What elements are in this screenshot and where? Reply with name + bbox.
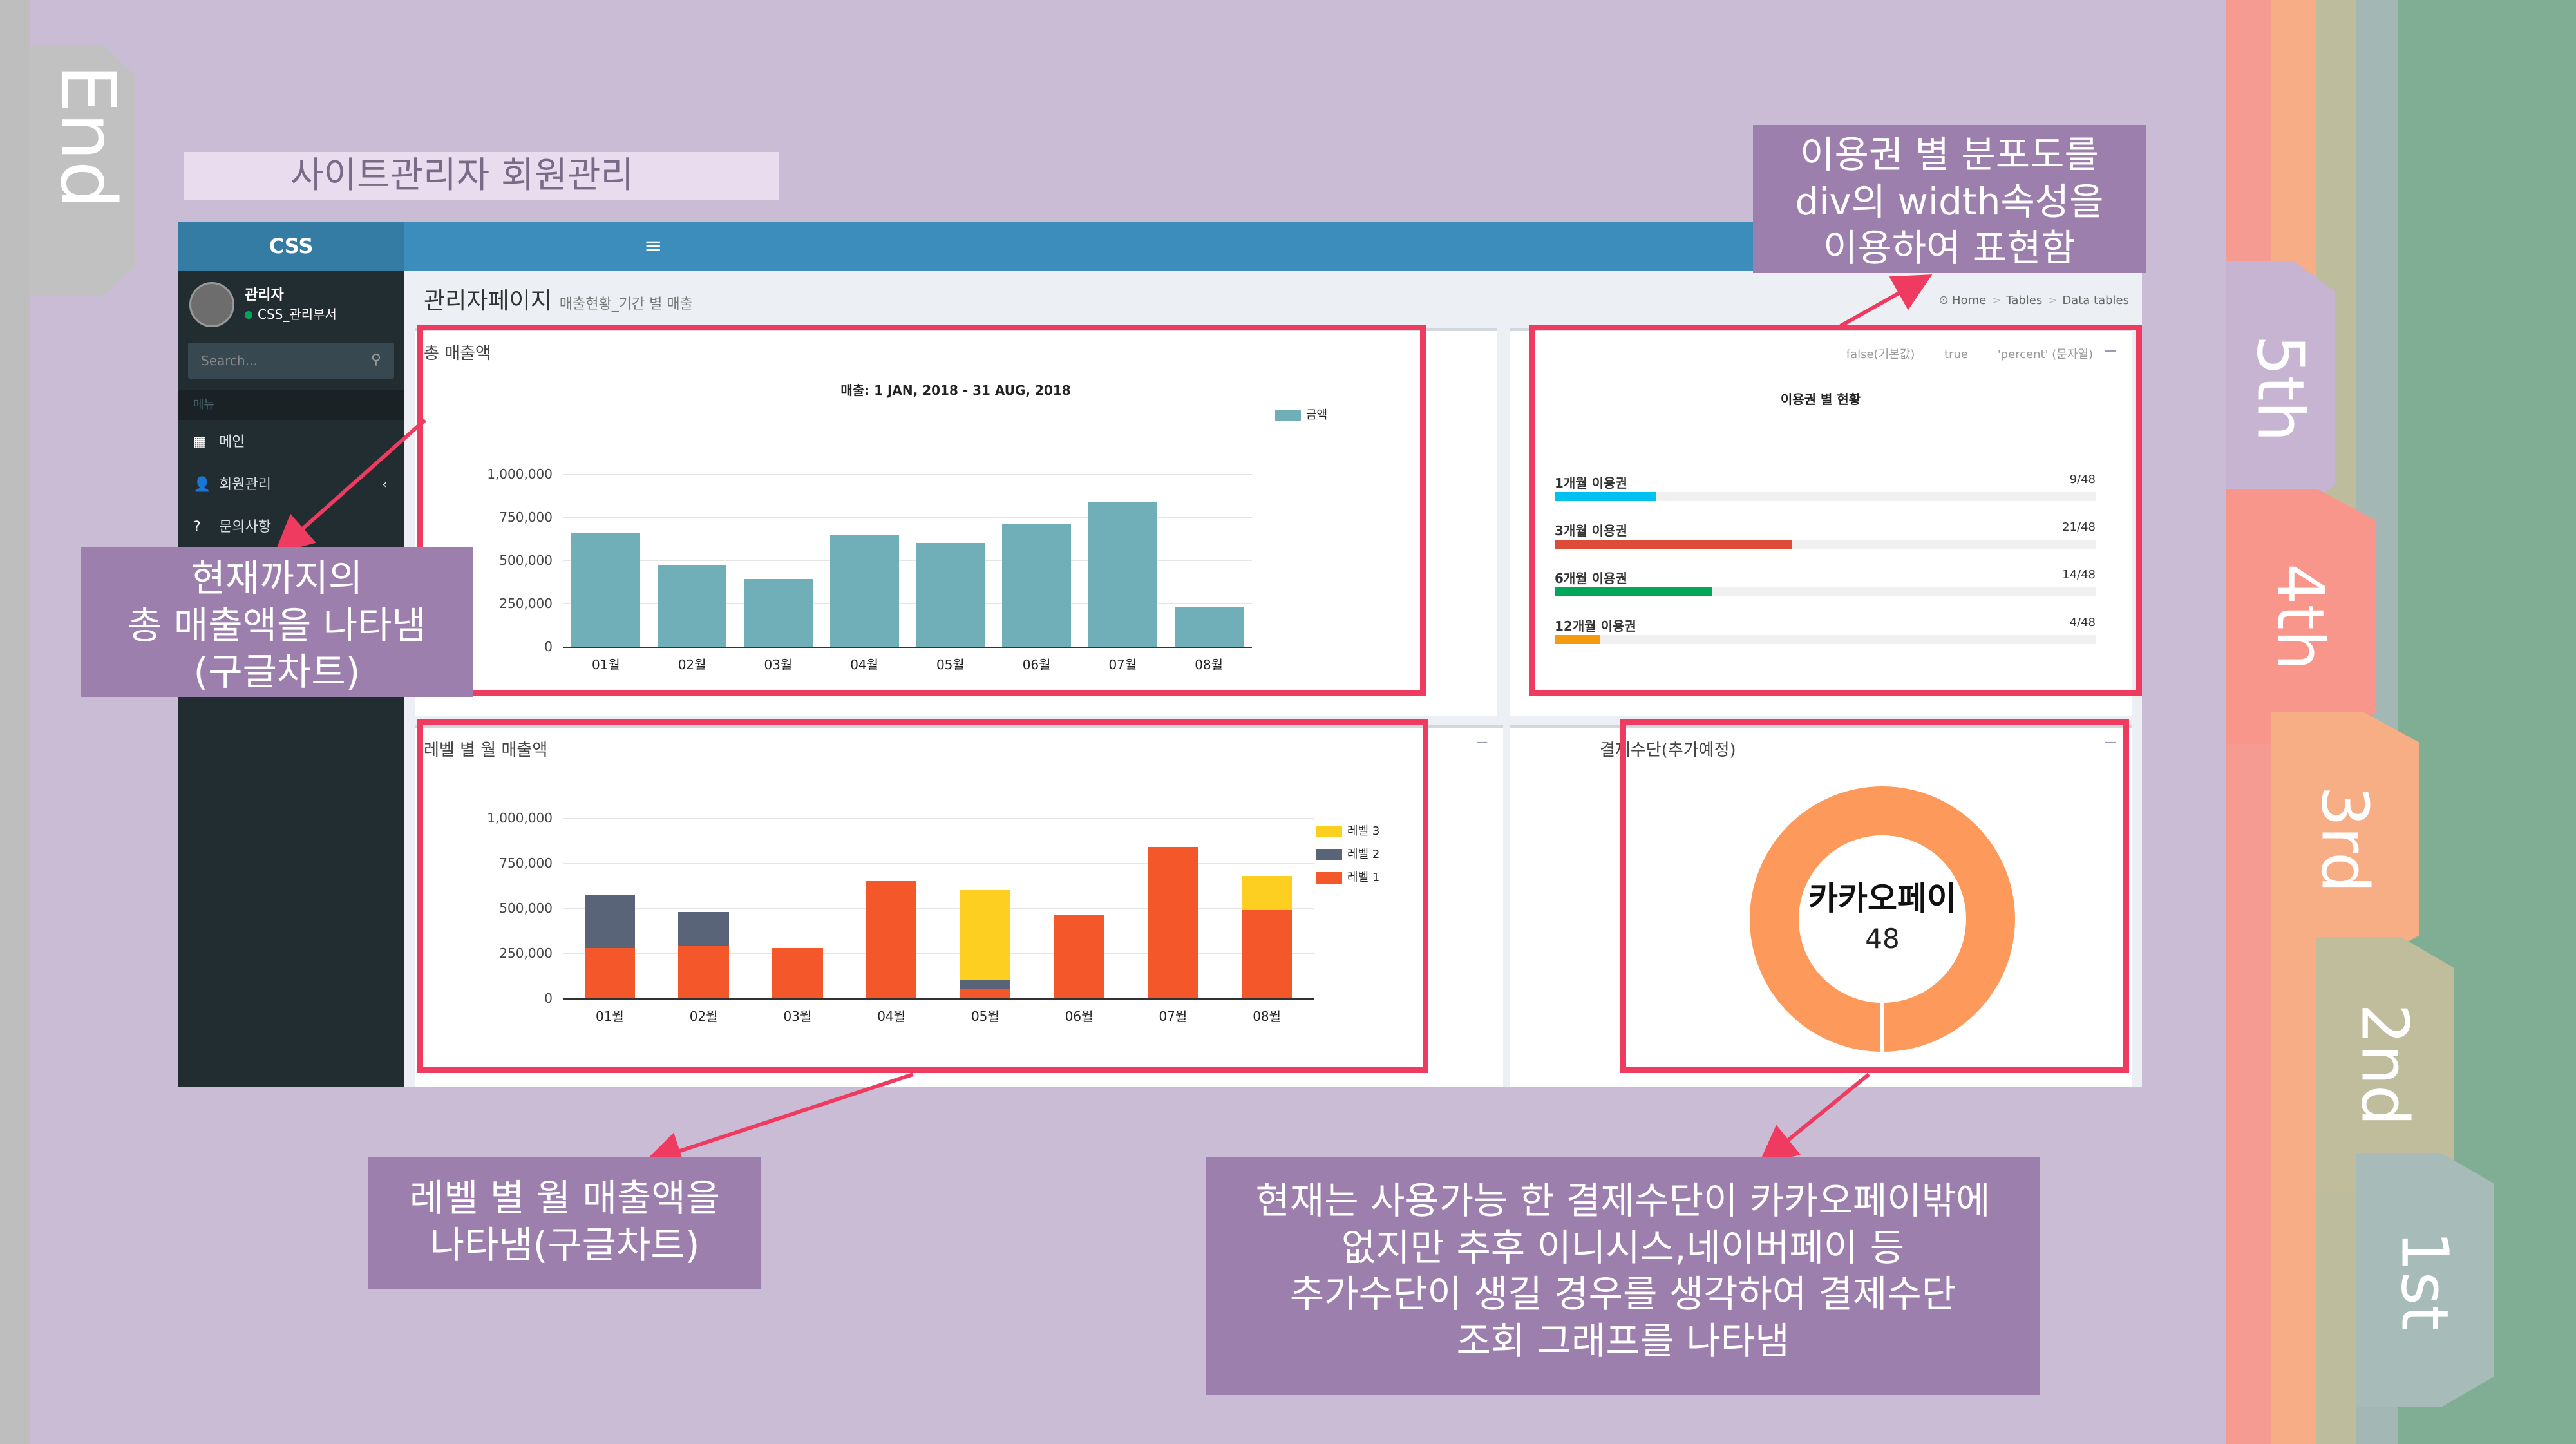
annotation-line: 현재는 사용가능 한 결제수단이 카카오페이밖에 (1255, 1179, 1991, 1222)
arrow-membership (1839, 274, 1933, 328)
annotation-membership: 이용권 별 분포도를 div의 width속성을 이용하여 표현함 (1753, 125, 2146, 273)
annotation-line: 나타냄(구글차트) (430, 1222, 700, 1267)
annotation-payment: 현재는 사용가능 한 결제수단이 카카오페이밖에 없지만 추후 이니시스,네이버페… (1206, 1157, 2040, 1395)
annotation-line: 현재까지의 (191, 556, 363, 600)
annotation-line: div의 width속성을 (1795, 179, 2104, 223)
annotation-line: (구글차트) (193, 650, 361, 694)
annotation-line: 없지만 추후 이니시스,네이버페이 등 (1341, 1225, 1905, 1269)
arrow-payment (1758, 1072, 1870, 1164)
arrow-total-sales (274, 418, 426, 554)
arrow-level-sales (643, 1072, 914, 1170)
annotation-line: 조회 그래프를 나타냄 (1456, 1318, 1790, 1363)
annotation-line: 추가수단이 생길 경우를 생각하여 결제수단 (1289, 1272, 1956, 1316)
annotation-line: 레벨 별 월 매출액을 (409, 1176, 721, 1220)
annotation-total-sales: 현재까지의 총 매출액을 나타냄 (구글차트) (81, 547, 473, 697)
annotation-line: 총 매출액을 나타냄 (128, 603, 426, 647)
annotation-level-sales: 레벨 별 월 매출액을 나타냄(구글차트) (368, 1157, 761, 1289)
annotation-line: 이용하여 표현함 (1823, 226, 2076, 270)
annotation-line: 이용권 별 분포도를 (1800, 133, 2099, 176)
